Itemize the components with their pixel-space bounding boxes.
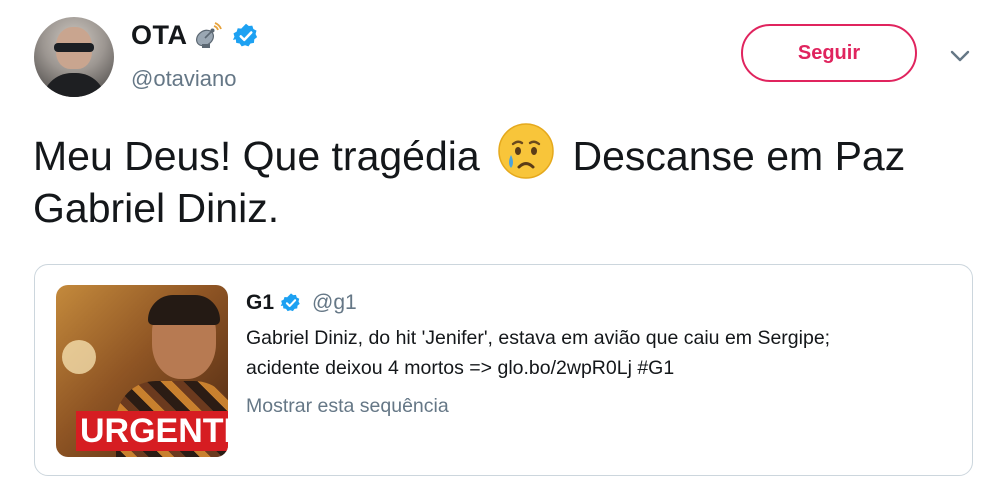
- verified-badge-icon: [280, 292, 302, 314]
- quoted-text-line: Gabriel Diniz, do hit 'Jenifer', estava …: [246, 327, 831, 349]
- crying-face-emoji-icon: [497, 122, 555, 180]
- quoted-text-line: acidente deixou 4 mortos => glo.bo/2wpR0…: [246, 357, 675, 379]
- thumbnail-hair-shape: [148, 295, 220, 325]
- verified-badge-icon: [232, 22, 260, 50]
- tweet-text: Meu Deus! Que tragédia Descanse em Paz G…: [33, 122, 983, 234]
- author-handle[interactable]: @otaviano: [131, 66, 237, 92]
- chevron-down-icon[interactable]: [947, 43, 973, 69]
- avatar-glasses-shape: [54, 43, 94, 52]
- quoted-tweet-thumbnail[interactable]: URGENTE: [56, 285, 228, 457]
- quoted-display-name[interactable]: G1: [246, 291, 274, 315]
- author-display-name[interactable]: OTA: [131, 20, 188, 51]
- show-thread-link[interactable]: Mostrar esta sequência: [246, 395, 449, 418]
- tweet-text-part1: Meu Deus! Que tragédia: [33, 133, 480, 179]
- author-name-row: OTA: [131, 20, 260, 51]
- author-avatar[interactable]: [34, 17, 114, 97]
- quoted-tweet-card[interactable]: URGENTE G1 @g1 Gabriel Diniz, do hit 'Je…: [34, 264, 973, 476]
- thumbnail-urgent-banner: URGENTE: [76, 411, 228, 451]
- quoted-handle[interactable]: @g1: [312, 291, 357, 315]
- thumbnail-light-shape: [62, 340, 96, 374]
- quoted-tweet-header: G1 @g1: [246, 291, 357, 315]
- follow-button[interactable]: Seguir: [741, 24, 917, 82]
- avatar-body-shape: [42, 73, 106, 97]
- satellite-icon: [194, 21, 222, 50]
- quoted-tweet-text: Gabriel Diniz, do hit 'Jenifer', estava …: [246, 323, 956, 383]
